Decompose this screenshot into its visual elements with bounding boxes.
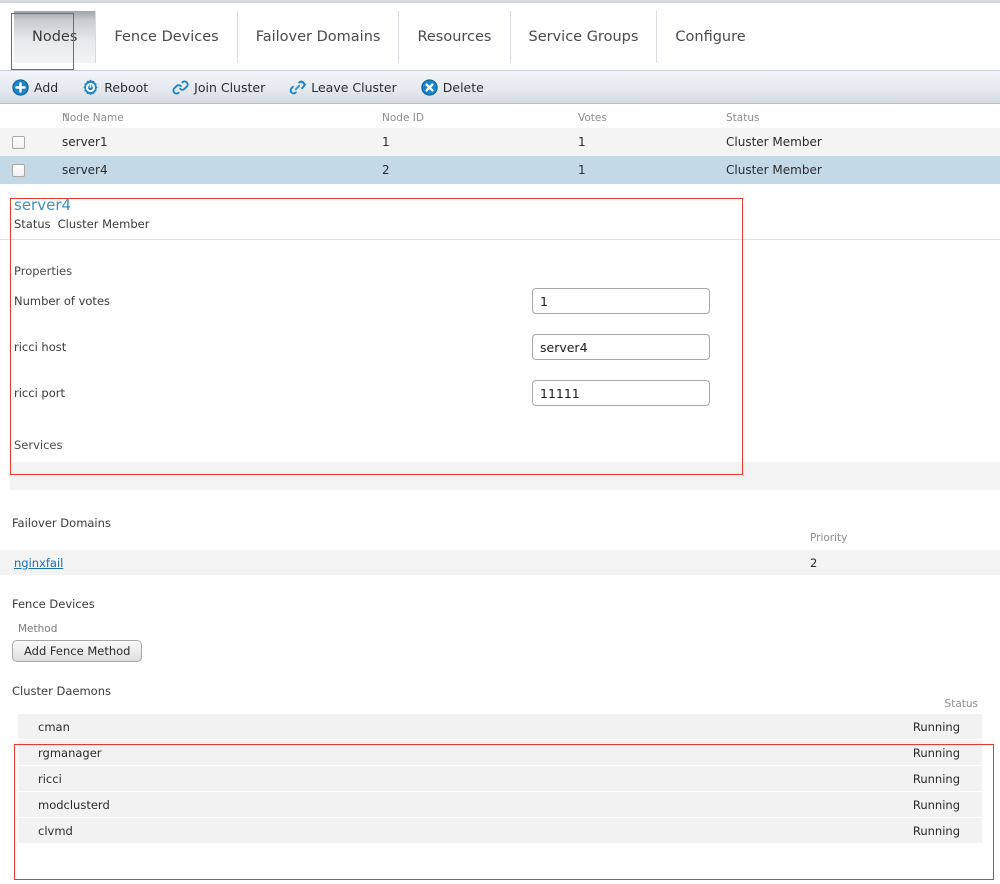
toolbar-button-add[interactable]: Add xyxy=(12,79,58,96)
properties-form: Number of votes ricci host ricci port xyxy=(0,278,1000,416)
toolbar-button-leave-cluster[interactable]: Leave Cluster xyxy=(289,79,397,96)
column-header-node-id: Node ID xyxy=(382,112,578,124)
services-empty-row xyxy=(10,462,1000,490)
main-tab-bar: NodesFence DevicesFailover DomainsResour… xyxy=(0,3,1000,71)
broken-link-icon xyxy=(289,79,311,96)
properties-section-label: Properties xyxy=(0,264,1000,278)
node-detail-panel: server4 StatusCluster Member Properties … xyxy=(0,184,1000,452)
property-row: ricci port xyxy=(0,370,1000,416)
cell-node-name: server1 xyxy=(62,135,382,149)
cell-priority: 2 xyxy=(810,556,1000,570)
cell-node-id: 2 xyxy=(382,163,578,177)
cell-daemon-name: ricci xyxy=(38,772,62,786)
failover-domain-link[interactable]: nginxfail xyxy=(14,556,63,570)
node-detail-title: server4 xyxy=(14,196,1000,214)
failover-domains-title: Failover Domains xyxy=(0,516,1000,530)
cell-daemon-status: Running xyxy=(913,746,960,760)
daemon-row: cman Running xyxy=(18,714,982,739)
node-detail-status: Status Cluster Member xyxy=(14,217,1000,231)
property-input-ricci-host[interactable] xyxy=(532,334,710,360)
cell-status: Cluster Member xyxy=(726,135,1000,149)
power-gear-icon xyxy=(82,79,104,96)
failover-domains-header: Priority xyxy=(0,532,1000,550)
plus-circle-icon xyxy=(12,79,34,96)
cell-daemon-status: Running xyxy=(913,824,960,838)
toolbar-button-delete[interactable]: Delete xyxy=(421,79,484,96)
row-checkbox[interactable] xyxy=(12,164,25,177)
cell-daemon-name: modclusterd xyxy=(38,798,110,812)
column-header-votes: Votes xyxy=(578,112,726,124)
cluster-daemons-header: Status xyxy=(0,698,1000,714)
toolbar-button-label: Reboot xyxy=(104,80,148,95)
toolbar-button-label: Leave Cluster xyxy=(311,80,397,95)
toolbar-button-label: Delete xyxy=(443,80,484,95)
cluster-daemons-title: Cluster Daemons xyxy=(0,684,1000,698)
column-header-status: Status xyxy=(726,112,1000,124)
nodes-table: ! Node Name Node ID Votes Status server1… xyxy=(0,104,1000,184)
failover-domain-row: nginxfail 2 xyxy=(0,550,1000,575)
tab-configure[interactable]: Configure xyxy=(657,11,763,63)
column-header-priority: Priority xyxy=(810,532,1000,550)
property-input-ricci-port[interactable] xyxy=(532,380,710,406)
x-circle-icon xyxy=(421,79,443,96)
alert-column-header: ! xyxy=(12,112,68,124)
node-detail-status-label: Status xyxy=(14,217,51,231)
cluster-daemons-table: cmanRunningrgmanagerRunningricciRunningm… xyxy=(0,714,1000,843)
cell-votes: 1 xyxy=(578,163,726,177)
column-header-daemon-status: Status xyxy=(945,698,978,714)
property-row: Number of votes xyxy=(0,278,1000,324)
table-row[interactable]: server421Cluster Member xyxy=(0,156,1000,184)
add-fence-method-button[interactable]: Add Fence Method xyxy=(12,640,142,662)
tab-failover-domains[interactable]: Failover Domains xyxy=(238,11,400,63)
cell-daemon-name: clvmd xyxy=(38,824,73,838)
property-label-ricci-host: ricci host xyxy=(14,340,532,354)
daemon-row: clvmd Running xyxy=(18,818,982,843)
daemon-row: rgmanager Running xyxy=(18,740,982,765)
cell-daemon-status: Running xyxy=(913,772,960,786)
cell-daemon-name: cman xyxy=(38,720,70,734)
cell-votes: 1 xyxy=(578,135,726,149)
property-label-ricci-port: ricci port xyxy=(14,386,532,400)
cell-node-id: 1 xyxy=(382,135,578,149)
property-label-number-of-votes: Number of votes xyxy=(14,294,532,308)
fence-devices-title: Fence Devices xyxy=(0,597,1000,611)
toolbar-button-join-cluster[interactable]: Join Cluster xyxy=(172,79,265,96)
tab-service-groups[interactable]: Service Groups xyxy=(511,11,658,63)
nodes-table-header: ! Node Name Node ID Votes Status xyxy=(0,104,1000,128)
tab-resources[interactable]: Resources xyxy=(399,11,510,63)
cell-status: Cluster Member xyxy=(726,163,1000,177)
cell-daemon-name: rgmanager xyxy=(38,746,102,760)
property-input-number-of-votes[interactable] xyxy=(532,288,710,314)
node-detail-status-value: Cluster Member xyxy=(58,217,150,231)
daemon-row: ricci Running xyxy=(18,766,982,791)
tab-nodes[interactable]: Nodes xyxy=(14,11,96,63)
cell-node-name: server4 xyxy=(62,163,382,177)
cell-daemon-status: Running xyxy=(913,720,960,734)
node-detail-header: server4 Status Cluster Member xyxy=(0,184,1000,240)
fence-method-label: Method xyxy=(0,623,1000,635)
toolbar-button-reboot[interactable]: Reboot xyxy=(82,79,148,96)
daemon-row: modclusterd Running xyxy=(18,792,982,817)
node-action-toolbar: Add Reboot Join Cluster Leave Cluster Delete xyxy=(0,71,1000,104)
link-icon xyxy=(172,79,194,96)
tab-fence-devices[interactable]: Fence Devices xyxy=(96,11,237,63)
cell-daemon-status: Running xyxy=(913,798,960,812)
row-checkbox[interactable] xyxy=(12,136,25,149)
property-row: ricci host xyxy=(0,324,1000,370)
toolbar-button-label: Add xyxy=(34,80,58,95)
column-header-node-name: Node Name xyxy=(62,112,382,124)
table-row[interactable]: server111Cluster Member xyxy=(0,128,1000,156)
services-section-label: Services xyxy=(0,438,1000,452)
toolbar-button-label: Join Cluster xyxy=(194,80,265,95)
